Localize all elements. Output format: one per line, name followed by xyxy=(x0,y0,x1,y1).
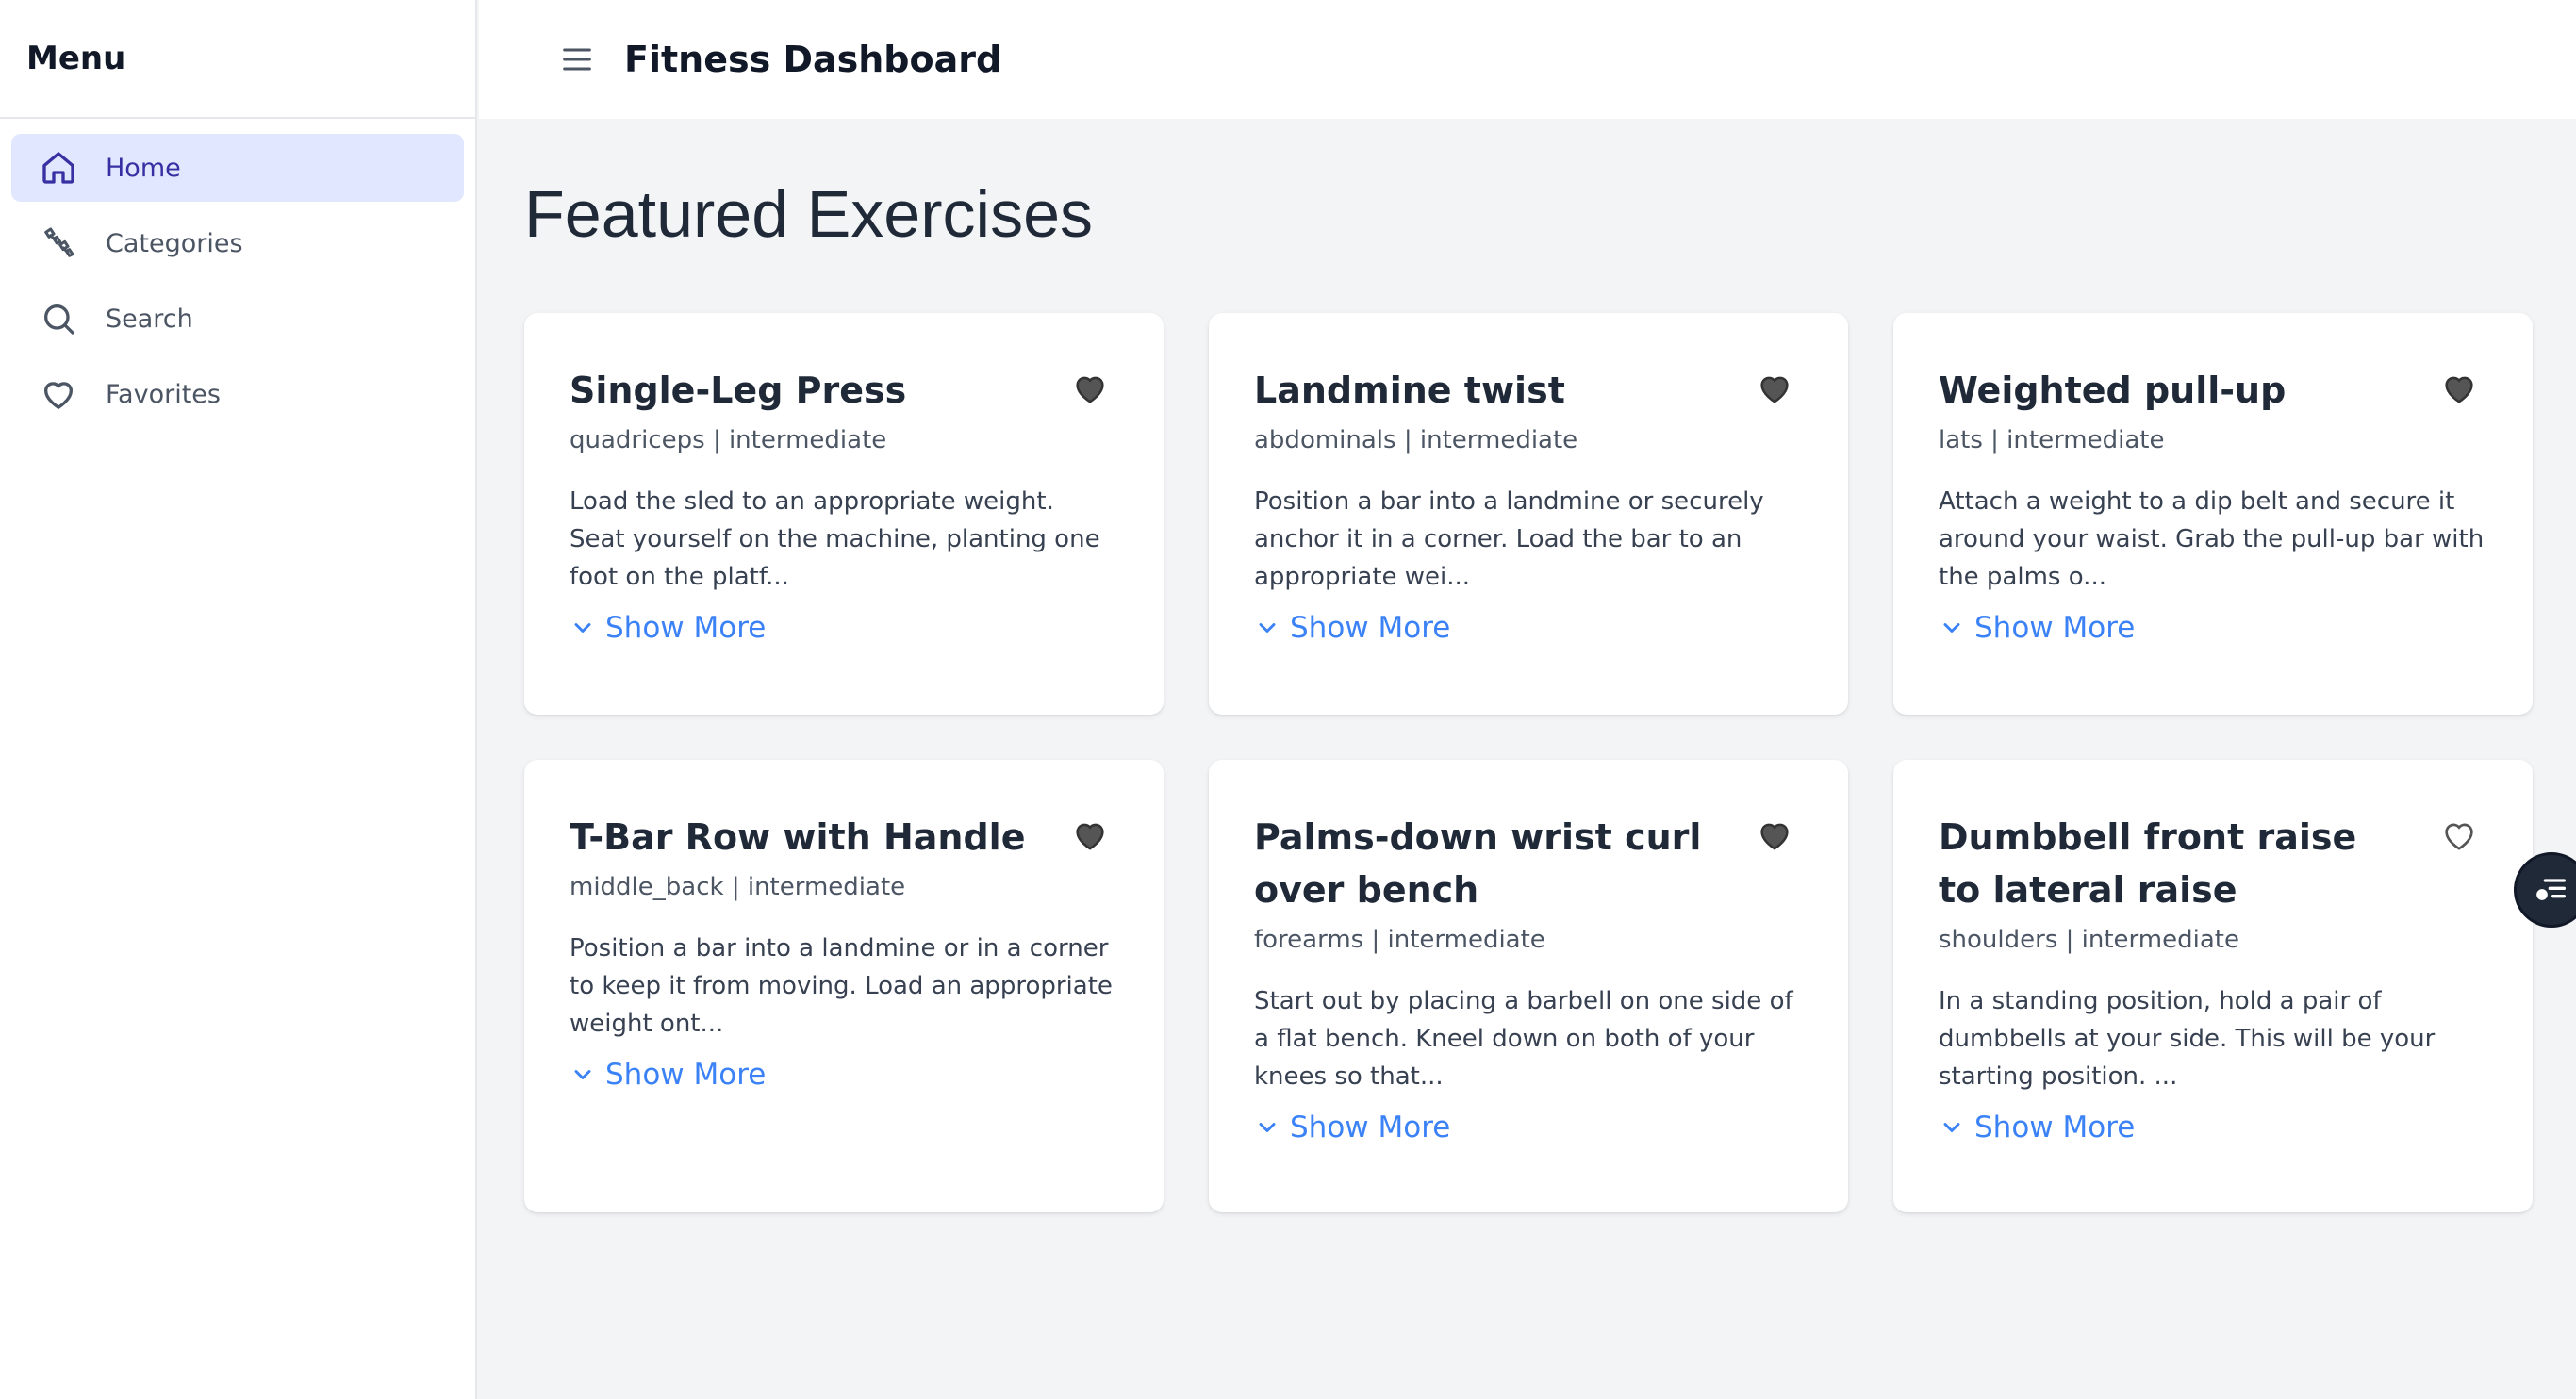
sidebar-title: Menu xyxy=(26,40,126,77)
chevron-down-icon xyxy=(1943,623,1960,633)
sidebar-item-label: Favorites xyxy=(106,379,221,409)
sidebar-item-categories[interactable]: Categories xyxy=(11,209,464,277)
favorite-filled-heart-icon[interactable] xyxy=(2440,370,2478,407)
exercise-title: Palms-down wrist curl over bench xyxy=(1254,816,1702,911)
sidebar-item-label: Search xyxy=(106,304,193,334)
exercise-description: Attach a weight to a dip belt and secure… xyxy=(1939,487,2485,591)
show-more-label: Show More xyxy=(1290,611,1451,645)
show-more-button[interactable]: Show More xyxy=(1939,1111,2135,1144)
exercise-card: Dumbbell front raise to lateral raise sh… xyxy=(1893,760,2533,1212)
chevron-down-icon xyxy=(574,623,591,633)
show-more-label: Show More xyxy=(1974,1111,2136,1144)
chevron-down-icon xyxy=(1259,1123,1276,1132)
chevron-down-icon xyxy=(1943,1123,1960,1132)
show-more-label: Show More xyxy=(1974,611,2136,645)
main-content: Featured Exercises Single-Leg Press quad… xyxy=(524,119,2533,1212)
chevron-down-icon xyxy=(1259,623,1276,633)
show-more-button[interactable]: Show More xyxy=(1939,611,2135,645)
page-header-title: Fitness Dashboard xyxy=(624,39,1002,80)
exercise-card: Palms-down wrist curl over bench forearm… xyxy=(1209,760,1848,1212)
sidebar-nav: Home Categories Search Favorites xyxy=(0,119,475,451)
show-more-button[interactable]: Show More xyxy=(1254,1111,1450,1144)
sidebar-item-label: Categories xyxy=(106,228,243,258)
list-settings-icon xyxy=(2536,879,2566,900)
exercise-meta: quadriceps | intermediate xyxy=(570,426,887,454)
exercise-title: Weighted pull-up xyxy=(1939,370,2287,411)
sidebar-header: Menu xyxy=(0,0,475,119)
page-title: Featured Exercises xyxy=(524,177,1094,251)
exercise-card: Weighted pull-up lats | intermediate Att… xyxy=(1893,313,2533,715)
exercise-title: Landmine twist xyxy=(1254,370,1565,411)
exercise-description: Start out by placing a barbell on one si… xyxy=(1254,987,1793,1091)
exercise-meta: abdominals | intermediate xyxy=(1254,426,1578,454)
show-more-button[interactable]: Show More xyxy=(570,1058,766,1092)
chevron-down-icon xyxy=(574,1070,591,1079)
sidebar: Menu Home Categories Search Favorites xyxy=(0,0,477,1399)
exercise-title: T-Bar Row with Handle xyxy=(570,816,1026,858)
search-icon xyxy=(40,300,77,337)
exercise-description: Load the sled to an appropriate weight. … xyxy=(570,487,1100,591)
home-icon xyxy=(40,149,77,187)
exercise-card: T-Bar Row with Handle middle_back | inte… xyxy=(524,760,1164,1212)
menu-toggle-icon[interactable] xyxy=(558,41,596,78)
exercise-grid: Single-Leg Press quadriceps | intermedia… xyxy=(524,313,2533,1212)
sidebar-item-favorites[interactable]: Favorites xyxy=(11,360,464,428)
show-more-label: Show More xyxy=(605,1058,767,1092)
favorite-outline-heart-icon[interactable] xyxy=(2440,816,2478,854)
exercise-meta: shoulders | intermediate xyxy=(1939,926,2239,954)
exercise-description: Position a bar into a landmine or secure… xyxy=(1254,487,1764,591)
show-more-label: Show More xyxy=(605,611,767,645)
favorite-filled-heart-icon[interactable] xyxy=(1756,370,1793,407)
top-bar: Fitness Dashboard xyxy=(479,0,2576,119)
exercise-title: Single-Leg Press xyxy=(570,370,907,411)
app-root: Menu Home Categories Search Favorites Fi… xyxy=(0,0,2576,1399)
favorite-filled-heart-icon[interactable] xyxy=(1071,816,1109,854)
sidebar-item-label: Home xyxy=(106,153,181,183)
show-more-label: Show More xyxy=(1290,1111,1451,1144)
show-more-button[interactable]: Show More xyxy=(570,611,766,645)
favorite-filled-heart-icon[interactable] xyxy=(1756,816,1793,854)
show-more-button[interactable]: Show More xyxy=(1254,611,1450,645)
exercise-title: Dumbbell front raise to lateral raise xyxy=(1939,816,2357,911)
exercise-card: Single-Leg Press quadriceps | intermedia… xyxy=(524,313,1164,715)
exercise-card: Landmine twist abdominals | intermediate… xyxy=(1209,313,1848,715)
sidebar-item-search[interactable]: Search xyxy=(11,285,464,353)
sidebar-item-home[interactable]: Home xyxy=(11,134,464,202)
exercise-description: Position a bar into a landmine or in a c… xyxy=(570,934,1113,1038)
exercise-meta: lats | intermediate xyxy=(1939,426,2165,454)
exercise-meta: middle_back | intermediate xyxy=(570,873,906,901)
exercise-description: In a standing position, hold a pair of d… xyxy=(1939,987,2436,1091)
dumbbell-icon xyxy=(40,224,77,262)
favorite-filled-heart-icon[interactable] xyxy=(1071,370,1109,407)
exercise-meta: forearms | intermediate xyxy=(1254,926,1545,954)
heart-icon xyxy=(40,375,77,413)
